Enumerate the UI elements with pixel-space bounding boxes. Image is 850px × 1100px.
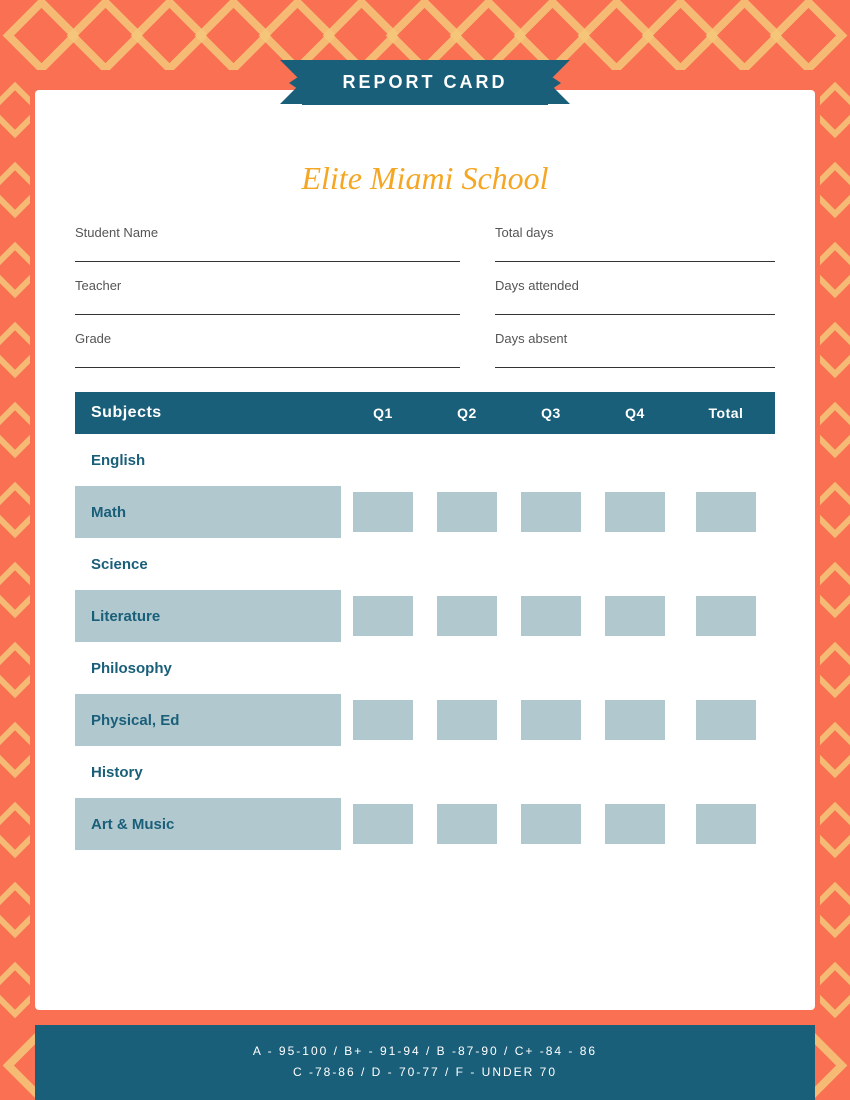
right-pattern: [820, 70, 850, 1030]
header-q2: Q2: [425, 392, 509, 434]
grade-cell-q1: [341, 538, 425, 590]
grade-scale-line2: C -78-86 / D - 70-77 / F - UNDER 70: [55, 1062, 795, 1084]
student-name-line: [75, 244, 460, 262]
days-attended-label: Days attended: [495, 278, 775, 293]
table-row: Literature: [75, 590, 775, 642]
banner-title: REPORT CARD: [302, 60, 547, 105]
grade-cell-q4: [593, 434, 677, 486]
subject-name: Philosophy: [75, 642, 341, 694]
days-attended-line: [495, 297, 775, 315]
header-total: Total: [677, 392, 775, 434]
grade-cell-q3: [509, 798, 593, 850]
card-content: Elite Miami School Student Name Teacher …: [35, 90, 815, 1010]
grade-cell-q3: [509, 642, 593, 694]
subject-name: Art & Music: [75, 798, 341, 850]
table-header-row: Subjects Q1 Q2 Q3 Q4 Total: [75, 392, 775, 434]
grade-cell-q1: [341, 746, 425, 798]
grade-cell-q4: [593, 642, 677, 694]
total-days-label: Total days: [495, 225, 775, 240]
subject-name: English: [75, 434, 341, 486]
table-row: English: [75, 434, 775, 486]
days-absent-field: Days absent: [495, 331, 775, 368]
header-subjects: Subjects: [75, 392, 341, 434]
grade-cell-total: [677, 434, 775, 486]
days-absent-line: [495, 350, 775, 368]
grade-field: Grade: [75, 331, 460, 368]
grade-cell-q4: [593, 590, 677, 642]
grade-cell-q4: [593, 538, 677, 590]
student-name-field: Student Name: [75, 225, 460, 262]
grade-cell-total: [677, 798, 775, 850]
teacher-label: Teacher: [75, 278, 460, 293]
table-row: Philosophy: [75, 642, 775, 694]
table-row: History: [75, 746, 775, 798]
subject-name: History: [75, 746, 341, 798]
subject-name: Physical, Ed: [75, 694, 341, 746]
grade-cell-q2: [425, 538, 509, 590]
teacher-field: Teacher: [75, 278, 460, 315]
grade-cell-total: [677, 590, 775, 642]
grade-cell-q2: [425, 434, 509, 486]
grade-cell-total: [677, 746, 775, 798]
report-card-banner: REPORT CARD: [265, 60, 585, 105]
form-left: Student Name Teacher Grade: [75, 225, 460, 384]
form-section: Student Name Teacher Grade Total days: [75, 225, 775, 384]
days-attended-field: Days attended: [495, 278, 775, 315]
grade-line: [75, 350, 460, 368]
student-name-label: Student Name: [75, 225, 460, 240]
days-absent-label: Days absent: [495, 331, 775, 346]
grade-cell-q3: [509, 590, 593, 642]
grade-cell-q1: [341, 486, 425, 538]
grade-cell-q1: [341, 590, 425, 642]
table-row: Math: [75, 486, 775, 538]
grade-cell-total: [677, 694, 775, 746]
grade-cell-q2: [425, 486, 509, 538]
grade-cell-q1: [341, 694, 425, 746]
teacher-line: [75, 297, 460, 315]
grade-cell-q4: [593, 746, 677, 798]
grade-cell-q2: [425, 798, 509, 850]
report-card: Elite Miami School Student Name Teacher …: [35, 90, 815, 1010]
grade-cell-q4: [593, 486, 677, 538]
total-days-line: [495, 244, 775, 262]
table-row: Art & Music: [75, 798, 775, 850]
header-q3: Q3: [509, 392, 593, 434]
grade-cell-q3: [509, 694, 593, 746]
subject-name: Math: [75, 486, 341, 538]
grade-cell-q3: [509, 486, 593, 538]
grade-cell-total: [677, 642, 775, 694]
total-days-field: Total days: [495, 225, 775, 262]
left-pattern: [0, 70, 30, 1030]
table-row: Physical, Ed: [75, 694, 775, 746]
subject-name: Literature: [75, 590, 341, 642]
header-q4: Q4: [593, 392, 677, 434]
header-q1: Q1: [341, 392, 425, 434]
grade-cell-total: [677, 538, 775, 590]
grade-cell-q4: [593, 694, 677, 746]
subject-name: Science: [75, 538, 341, 590]
grade-cell-q3: [509, 746, 593, 798]
form-right: Total days Days attended Days absent: [495, 225, 775, 384]
grade-cell-q4: [593, 798, 677, 850]
grade-cell-q1: [341, 642, 425, 694]
grade-cell-q2: [425, 590, 509, 642]
table-row: Science: [75, 538, 775, 590]
grade-cell-q2: [425, 694, 509, 746]
grade-cell-q1: [341, 798, 425, 850]
grade-cell-total: [677, 486, 775, 538]
school-name: Elite Miami School: [75, 160, 775, 197]
grades-table: Subjects Q1 Q2 Q3 Q4 Total EnglishMathSc…: [75, 392, 775, 850]
grade-cell-q2: [425, 746, 509, 798]
grade-cell-q1: [341, 434, 425, 486]
grade-cell-q2: [425, 642, 509, 694]
grade-scale-line1: A - 95-100 / B+ - 91-94 / B -87-90 / C+ …: [55, 1041, 795, 1063]
grade-label: Grade: [75, 331, 460, 346]
grade-scale-footer: A - 95-100 / B+ - 91-94 / B -87-90 / C+ …: [35, 1025, 815, 1100]
grade-cell-q3: [509, 538, 593, 590]
grade-cell-q3: [509, 434, 593, 486]
